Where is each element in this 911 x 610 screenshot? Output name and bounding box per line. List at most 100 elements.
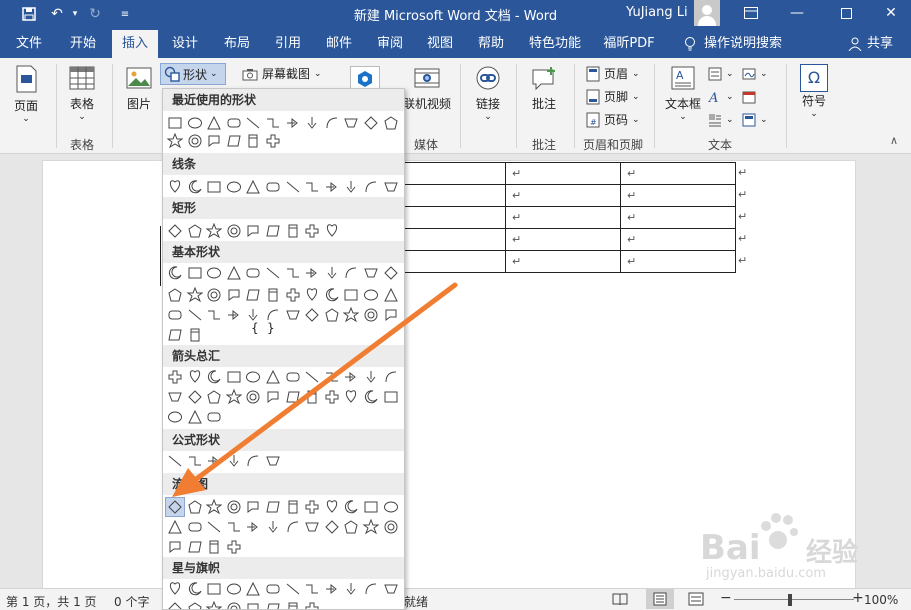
date-time-button[interactable] xyxy=(742,87,756,107)
shape-option[interactable] xyxy=(167,389,183,405)
shape-option[interactable] xyxy=(383,499,399,515)
shape-option[interactable] xyxy=(206,601,223,610)
shape-option[interactable] xyxy=(206,539,222,555)
shape-option[interactable] xyxy=(383,307,399,323)
shape-option[interactable] xyxy=(363,581,379,597)
shape-option[interactable] xyxy=(206,179,222,195)
shape-option[interactable] xyxy=(245,499,261,515)
shape-option[interactable] xyxy=(324,369,340,385)
shape-option[interactable] xyxy=(245,287,261,303)
shape-option[interactable] xyxy=(245,115,261,131)
shape-option[interactable] xyxy=(225,389,242,405)
shape-option[interactable] xyxy=(324,223,340,239)
avatar[interactable] xyxy=(694,0,720,26)
shape-option[interactable] xyxy=(167,581,183,597)
shape-option[interactable] xyxy=(167,223,183,239)
shape-option[interactable] xyxy=(245,389,261,405)
shape-option[interactable] xyxy=(187,539,203,555)
shape-option[interactable] xyxy=(226,307,242,323)
shape-option[interactable] xyxy=(265,115,281,131)
shape-option[interactable] xyxy=(245,307,261,323)
shape-option[interactable] xyxy=(226,519,242,535)
shape-option[interactable] xyxy=(167,265,183,281)
symbol-button[interactable]: Ω 符号 ⌄ xyxy=(794,64,834,119)
shape-option[interactable] xyxy=(187,519,203,535)
shape-option[interactable] xyxy=(265,179,281,195)
drop-cap-button[interactable]: ⌄ xyxy=(708,110,734,130)
shape-option[interactable] xyxy=(245,601,261,610)
read-mode-icon[interactable] xyxy=(612,592,628,609)
shape-option[interactable] xyxy=(285,519,301,535)
shape-option[interactable] xyxy=(245,265,261,281)
shape-option[interactable] xyxy=(304,581,320,597)
shape-option[interactable] xyxy=(167,601,183,610)
tab-references[interactable]: 引用 xyxy=(267,30,309,58)
shape-option[interactable] xyxy=(324,389,340,405)
shape-option[interactable] xyxy=(206,287,222,303)
tab-layout[interactable]: 布局 xyxy=(216,30,258,58)
shape-option[interactable] xyxy=(343,581,359,597)
shape-option[interactable] xyxy=(206,265,222,281)
shape-option[interactable] xyxy=(206,581,222,597)
maximize-icon[interactable] xyxy=(826,0,866,26)
shape-option[interactable] xyxy=(226,265,242,281)
table-cell[interactable]: ↵ xyxy=(505,206,621,229)
tab-foxit-pdf[interactable]: 福昕PDF xyxy=(597,30,661,58)
shape-option[interactable] xyxy=(187,601,203,610)
shape-option[interactable] xyxy=(285,581,301,597)
shape-option[interactable] xyxy=(285,115,301,131)
tab-special-features[interactable]: 特色功能 xyxy=(524,30,586,58)
shape-option[interactable] xyxy=(206,499,223,515)
document-table[interactable]: ↵↵↵ ↵↵↵ ↵↵↵ ↵↵↵ ↵↵↵ xyxy=(390,162,736,273)
shape-option[interactable] xyxy=(285,499,301,515)
table-cell[interactable]: ↵ xyxy=(390,250,506,273)
online-video-button[interactable]: 联机视频 xyxy=(402,64,452,112)
shape-option[interactable] xyxy=(383,581,399,597)
zoom-slider-thumb[interactable] xyxy=(788,594,792,606)
shape-option[interactable] xyxy=(187,453,203,469)
shape-option[interactable] xyxy=(383,287,399,303)
table-cell[interactable]: ↵ xyxy=(505,250,621,273)
zoom-level[interactable]: 100% xyxy=(864,593,898,607)
shape-option[interactable] xyxy=(226,601,242,610)
shape-option[interactable] xyxy=(187,307,203,323)
shape-option[interactable] xyxy=(343,389,359,405)
shape-option[interactable] xyxy=(265,601,281,610)
shape-option[interactable] xyxy=(363,115,379,131)
quick-parts-button[interactable]: ⌄ xyxy=(708,64,734,84)
shape-option[interactable] xyxy=(383,519,399,535)
shape-option[interactable] xyxy=(167,369,183,385)
shape-option[interactable] xyxy=(383,369,399,385)
shape-option[interactable] xyxy=(304,115,320,131)
shape-option[interactable] xyxy=(285,307,301,323)
shape-option[interactable] xyxy=(206,453,222,469)
shape-option[interactable] xyxy=(226,287,242,303)
table-cell[interactable]: ↵ xyxy=(505,228,621,251)
customize-toolbar-icon[interactable]: ≡ xyxy=(114,3,136,25)
shape-option[interactable] xyxy=(285,369,301,385)
shape-option[interactable] xyxy=(363,307,379,323)
shape-option[interactable] xyxy=(363,179,379,195)
shape-option[interactable] xyxy=(206,115,222,131)
shape-option[interactable] xyxy=(285,179,301,195)
web-layout-icon[interactable] xyxy=(688,592,704,609)
header-button[interactable]: 页眉 ⌄ xyxy=(586,64,640,84)
object-button[interactable]: ⌄ xyxy=(742,110,768,130)
ribbon-display-icon[interactable] xyxy=(731,0,771,26)
collapse-ribbon-icon[interactable]: ∧ xyxy=(890,134,898,147)
shape-option[interactable] xyxy=(285,601,301,610)
shape-option[interactable] xyxy=(167,519,183,535)
shape-option[interactable] xyxy=(206,409,222,425)
zoom-in-button[interactable]: + xyxy=(852,590,864,606)
shape-option[interactable] xyxy=(363,265,379,281)
table-cell[interactable]: ↵ xyxy=(620,162,736,185)
shape-option[interactable] xyxy=(343,265,359,281)
shape-option[interactable] xyxy=(167,287,183,303)
close-icon[interactable]: ✕ xyxy=(871,0,911,26)
shape-option[interactable] xyxy=(245,179,261,195)
shape-option[interactable] xyxy=(304,519,320,535)
shape-option[interactable] xyxy=(167,409,183,425)
shape-option[interactable] xyxy=(206,519,222,535)
shape-option[interactable] xyxy=(187,223,203,239)
signature-line-button[interactable]: ⌄ xyxy=(742,64,768,84)
